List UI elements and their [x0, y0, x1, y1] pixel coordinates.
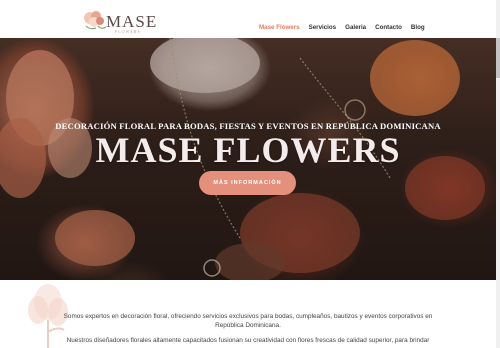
page-scrollbar[interactable]	[496, 0, 500, 348]
hero-title: MASE FLOWERS	[95, 130, 401, 170]
site-logo[interactable]: MASE FLOWERS	[80, 6, 158, 34]
more-info-button[interactable]: MÁS INFORMACIÓN	[199, 171, 296, 195]
nav-item-servicios[interactable]: Servicios	[309, 24, 337, 31]
nav-item-mase-flowers[interactable]: Mase Flowers	[259, 24, 300, 31]
intro-paragraph-2: Nuestros diseñadores florales altamente …	[66, 337, 430, 344]
intro-paragraph-1: Somos expertos en decoración floral, ofr…	[63, 313, 433, 329]
nav-item-blog[interactable]: Blog	[411, 24, 425, 31]
scrollbar-thumb[interactable]	[496, 38, 500, 78]
intro-section: Somos expertos en decoración floral, ofr…	[0, 280, 496, 348]
nav-item-contacto[interactable]: Contacto	[375, 24, 402, 31]
hero-section: DECORACIÓN FLORAL PARA BODAS, FIESTAS Y …	[0, 38, 496, 280]
site-header: MASE FLOWERS Mase Flowers Servicios Gale…	[0, 0, 500, 38]
logo-subtext: FLOWERS	[115, 29, 141, 34]
nav-item-galeria[interactable]: Galeria	[345, 24, 366, 31]
main-nav: Mase Flowers Servicios Galeria Contacto …	[259, 24, 425, 31]
